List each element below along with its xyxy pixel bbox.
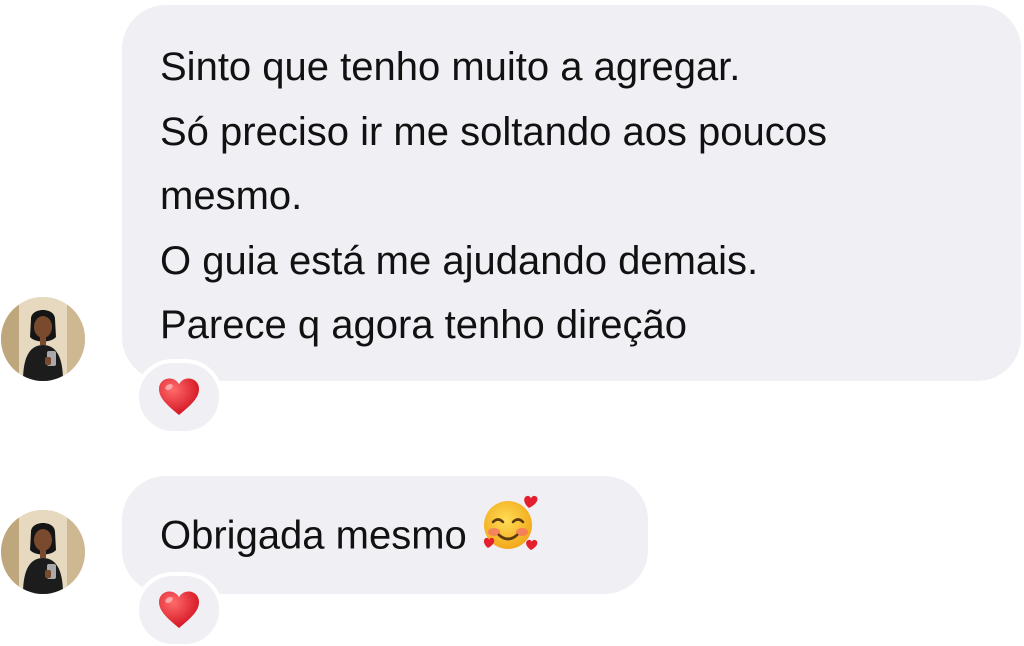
message-bubble[interactable]: Sinto que tenho muito a agregar. Só prec… (122, 5, 1021, 381)
avatar-photo-icon (1, 510, 85, 594)
message-line: Só preciso ir me soltando aos poucos (160, 109, 828, 154)
chat-thread: Sinto que tenho muito a agregar. Só prec… (0, 0, 1024, 646)
sender-avatar[interactable] (1, 510, 85, 594)
red-heart-icon (159, 378, 199, 415)
message-line: O guia está me ajudando demais. (160, 238, 759, 283)
message-line: Obrigada mesmo (160, 495, 628, 574)
smiling-face-with-hearts-icon (479, 492, 541, 574)
message-line: mesmo. (160, 174, 303, 218)
red-heart-icon (159, 591, 199, 628)
message-line: Parece q agora tenho direção (160, 303, 688, 347)
message-line: Sinto que tenho muito a agregar. (160, 45, 741, 89)
reaction-badge[interactable] (135, 359, 223, 435)
message-text: Obrigada mesmo (160, 513, 467, 558)
avatar-photo-icon (1, 297, 85, 381)
reaction-badge[interactable] (135, 572, 223, 646)
sender-avatar[interactable] (1, 297, 85, 381)
